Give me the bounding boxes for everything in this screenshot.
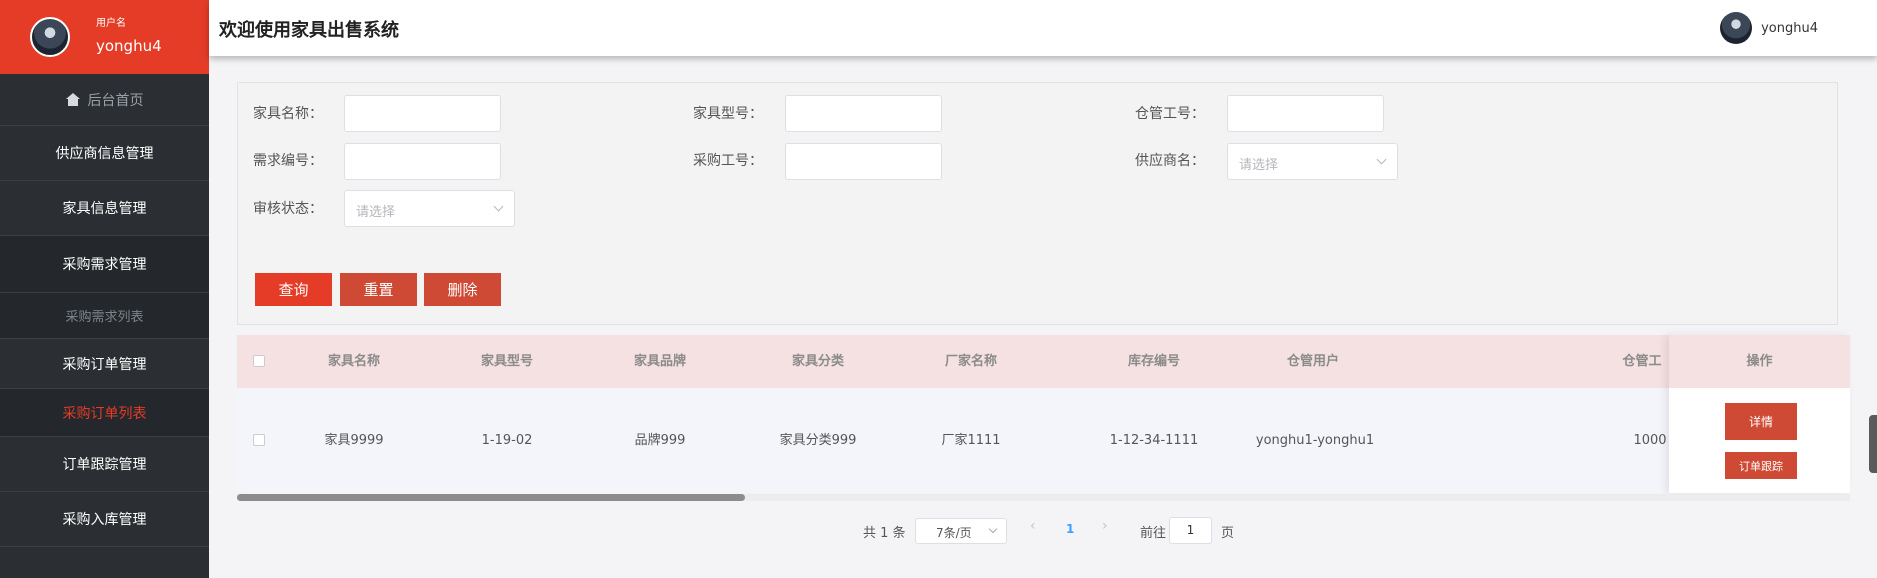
warehouse-no-input[interactable] [1227, 95, 1384, 132]
user-label: 用户名 [96, 18, 126, 29]
header-username[interactable]: yonghu4 [1761, 21, 1818, 36]
table-cell: 1-12-34-1111 [1109, 433, 1199, 448]
sidebar-item-purchase-demand[interactable]: 采购需求管理 [0, 236, 209, 293]
prev-page-icon[interactable]: ‹ [1030, 518, 1036, 534]
detail-button[interactable]: 详情 [1725, 403, 1797, 440]
table-cell: yonghu1-yonghu1 [1255, 433, 1375, 448]
column-header[interactable]: 库存编号 [1097, 335, 1211, 388]
purchase-no-input[interactable] [785, 143, 942, 180]
op-column-header: 操作 [1669, 335, 1850, 388]
select-all-checkbox[interactable] [253, 355, 265, 367]
user-avatar [30, 17, 70, 57]
column-header[interactable]: 厂家名称 [914, 335, 1028, 388]
operation-column: 操作 详情 订单跟踪 [1669, 335, 1850, 493]
furniture-model-label: 家具型号： [693, 106, 763, 122]
demand-no-label: 需求编号： [253, 153, 323, 169]
audit-status-select[interactable]: 请选择 [344, 190, 515, 227]
scrollbar-thumb[interactable] [237, 494, 745, 501]
column-header[interactable]: 家具名称 [297, 335, 411, 388]
table-cell: 1000 [1633, 433, 1667, 448]
page-number-current[interactable]: 1 [1066, 522, 1074, 536]
page-title: 欢迎使用家具出售系统 [219, 20, 399, 41]
furniture-name-label: 家具名称： [253, 106, 323, 122]
column-header[interactable]: 家具品牌 [603, 335, 717, 388]
top-header: 欢迎使用家具出售系统 yonghu4 [209, 0, 1877, 56]
horizontal-scrollbar[interactable] [237, 494, 1850, 501]
header-avatar[interactable] [1720, 12, 1753, 44]
vertical-scrollbar-thumb[interactable] [1869, 415, 1877, 473]
sidebar: 用户名 yonghu4 后台首页 供应商信息管理 家具信息管理 采购需求管理 采… [0, 0, 209, 578]
sidebar-subitem-order-list[interactable]: 采购订单列表 [0, 389, 209, 437]
table-row[interactable]: 家具9999 1-19-02 品牌999 家具分类999 厂家1111 1-12… [237, 388, 1850, 493]
user-name: yonghu4 [96, 37, 162, 55]
supplier-select[interactable]: 请选择 [1227, 143, 1398, 180]
sidebar-item-purchase-order[interactable]: 采购订单管理 [0, 339, 209, 389]
column-header[interactable]: 家具分类 [756, 335, 880, 388]
row-checkbox[interactable] [253, 434, 265, 446]
sidebar-item-home[interactable]: 后台首页 [0, 74, 209, 126]
table-cell: 家具分类999 [779, 433, 857, 448]
query-button[interactable]: 查询 [255, 273, 332, 306]
audit-status-label: 审核状态： [253, 201, 323, 217]
main-content: 家具名称： 家具型号： 仓管工号： 需求编号： 采购工号： 供应商名： 请选择 … [209, 56, 1877, 578]
sidebar-item-supplier[interactable]: 供应商信息管理 [0, 126, 209, 181]
sidebar-user-panel: 用户名 yonghu4 [0, 0, 209, 74]
table-header: 家具名称 家具型号 家具品牌 家具分类 厂家名称 库存编号 仓管用户 仓管工 [237, 335, 1850, 388]
demand-no-input[interactable] [344, 143, 501, 180]
supplier-label: 供应商名： [1135, 153, 1205, 169]
furniture-name-input[interactable] [344, 95, 501, 132]
data-table: 家具名称 家具型号 家具品牌 家具分类 厂家名称 库存编号 仓管用户 仓管工 家… [237, 335, 1850, 493]
supplier-placeholder: 请选择 [1239, 158, 1279, 173]
column-header[interactable]: 仓管用户 [1256, 335, 1370, 388]
sidebar-subitem-demand-list[interactable]: 采购需求列表 [0, 293, 209, 339]
sidebar-item-order-tracking[interactable]: 订单跟踪管理 [0, 437, 209, 492]
page-size-select[interactable]: 7条/页 [915, 518, 1007, 544]
home-icon [65, 93, 80, 106]
sidebar-item-purchase-storage[interactable]: 采购入库管理 [0, 492, 209, 547]
chevron-down-icon [988, 524, 998, 534]
delete-button[interactable]: 删除 [424, 273, 501, 306]
page-size-value: 7条/页 [936, 526, 972, 540]
chevron-down-icon [493, 201, 504, 212]
table-cell: 品牌999 [634, 433, 686, 448]
sidebar-item-furniture[interactable]: 家具信息管理 [0, 181, 209, 236]
reset-button[interactable]: 重置 [340, 273, 417, 306]
goto-page-input[interactable]: 1 [1169, 517, 1212, 544]
column-header[interactable]: 仓管工 [1612, 335, 1672, 388]
search-panel: 家具名称： 家具型号： 仓管工号： 需求编号： 采购工号： 供应商名： 请选择 … [237, 82, 1838, 325]
table-cell: 厂家1111 [941, 433, 1001, 448]
track-order-button[interactable]: 订单跟踪 [1725, 452, 1797, 479]
table-cell: 1-19-02 [481, 433, 533, 448]
sidebar-item-label: 后台首页 [87, 92, 144, 109]
header-user-menu[interactable]: yonghu4 [1720, 12, 1818, 44]
table-cell: 家具9999 [324, 433, 384, 448]
pagination-total: 共 1 条 [863, 526, 906, 541]
next-page-icon[interactable]: › [1102, 518, 1108, 534]
furniture-model-input[interactable] [785, 95, 942, 132]
warehouse-no-label: 仓管工号： [1135, 106, 1205, 122]
purchase-no-label: 采购工号： [693, 153, 763, 169]
page-suffix-label: 页 [1221, 526, 1235, 541]
chevron-down-icon [1376, 154, 1387, 165]
goto-label: 前往 [1140, 526, 1167, 541]
column-header[interactable]: 家具型号 [450, 335, 564, 388]
audit-placeholder: 请选择 [356, 205, 396, 220]
